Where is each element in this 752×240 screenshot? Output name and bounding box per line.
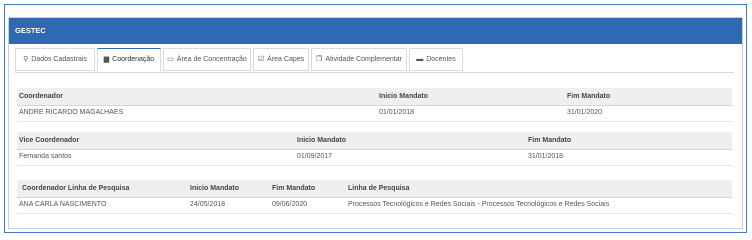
tab-area-capes[interactable]: ☑ Área Capes bbox=[253, 48, 309, 71]
vice-coordenador-table: Vice Coordenador Inicio Mandato Fim Mand… bbox=[17, 132, 732, 166]
column-header: Linha de Pesquisa bbox=[348, 185, 410, 192]
table-row: Fernanda santos 01/09/2017 31/01/2018 bbox=[17, 150, 732, 166]
tab-label: Coordenação bbox=[112, 56, 155, 63]
column-header: Coordenador bbox=[19, 93, 63, 100]
tab-dados-cadastrais[interactable]: ⚲ Dados Cadastrais bbox=[15, 48, 95, 71]
checkbox-icon: ☑ bbox=[257, 56, 265, 63]
fim-mandato: 31/01/2020 bbox=[567, 109, 603, 116]
fim-mandato: 31/01/2018 bbox=[528, 153, 564, 160]
table-row: ANDRE RICARDO MAGALHAES 01/01/2018 31/01… bbox=[17, 106, 732, 122]
tab-area-concentracao[interactable]: ▭ Área de Concentração bbox=[163, 48, 251, 71]
tab-coordenacao[interactable]: ▆ Coordenação bbox=[97, 48, 161, 72]
tab-label: Área Capes bbox=[267, 56, 305, 63]
tab-bar: ⚲ Dados Cadastrais ▆ Coordenação ▭ Área de … bbox=[15, 48, 734, 73]
linha-pesquisa-table: Coordenador Linha de Pesquisa Inicio Man… bbox=[17, 180, 732, 214]
coordenador-name: ANDRE RICARDO MAGALHAES bbox=[19, 109, 124, 116]
tab-label: Atividade Complementar bbox=[325, 56, 402, 63]
linha-pesquisa: Processos Tecnológicos e Redes Sociais -… bbox=[348, 201, 610, 208]
id-card-icon: ▆ bbox=[103, 56, 110, 63]
panel-title: GESTEC bbox=[9, 18, 742, 44]
column-header: Fim Mandato bbox=[528, 137, 572, 144]
folder-open-icon: ▭ bbox=[167, 56, 174, 63]
tab-docentes[interactable]: ▬ Docentes bbox=[409, 48, 463, 71]
column-header: Inicio Mandato bbox=[379, 93, 428, 100]
tab-label: Dados Cadastrais bbox=[31, 56, 87, 63]
tab-label: Docentes bbox=[426, 56, 456, 63]
table-header: Vice Coordenador Inicio Mandato Fim Mand… bbox=[17, 132, 732, 150]
column-header: Inicio Mandato bbox=[190, 185, 239, 192]
fim-mandato: 09/06/2020 bbox=[272, 201, 308, 208]
briefcase-icon: ▬ bbox=[416, 56, 424, 63]
coordenador-linha-name: ANA CARLA NASCIMENTO bbox=[19, 201, 107, 208]
table-row: ANA CARLA NASCIMENTO 24/05/2018 09/06/20… bbox=[17, 198, 732, 214]
inicio-mandato: 01/09/2017 bbox=[297, 153, 333, 160]
tab-atividade-complementar[interactable]: ❐ Atividade Complementar bbox=[311, 48, 407, 71]
window-frame: GESTEC ⚲ Dados Cadastrais ▆ Coordenação ▭ Á… bbox=[4, 4, 747, 233]
map-pin-icon: ⚲ bbox=[23, 56, 29, 63]
inicio-mandato: 01/01/2018 bbox=[379, 109, 415, 116]
gestec-panel: GESTEC ⚲ Dados Cadastrais ▆ Coordenação ▭ Á… bbox=[8, 17, 743, 229]
coordenador-table: Coordenador Inicio Mandato Fim Mandato A… bbox=[17, 88, 732, 122]
column-header: Fim Mandato bbox=[272, 185, 316, 192]
copy-icon: ❐ bbox=[316, 56, 323, 63]
column-header: Inicio Mandato bbox=[297, 137, 346, 144]
column-header: Coordenador Linha de Pesquisa bbox=[22, 185, 130, 192]
column-header: Vice Coordenador bbox=[19, 137, 80, 144]
tab-label: Área de Concentração bbox=[176, 56, 247, 63]
column-header: Fim Mandato bbox=[567, 93, 611, 100]
table-header: Coordenador Inicio Mandato Fim Mandato bbox=[17, 88, 732, 106]
table-header: Coordenador Linha de Pesquisa Inicio Man… bbox=[17, 180, 732, 198]
vice-coordenador-name: Fernanda santos bbox=[19, 153, 72, 160]
inicio-mandato: 24/05/2018 bbox=[190, 201, 226, 208]
